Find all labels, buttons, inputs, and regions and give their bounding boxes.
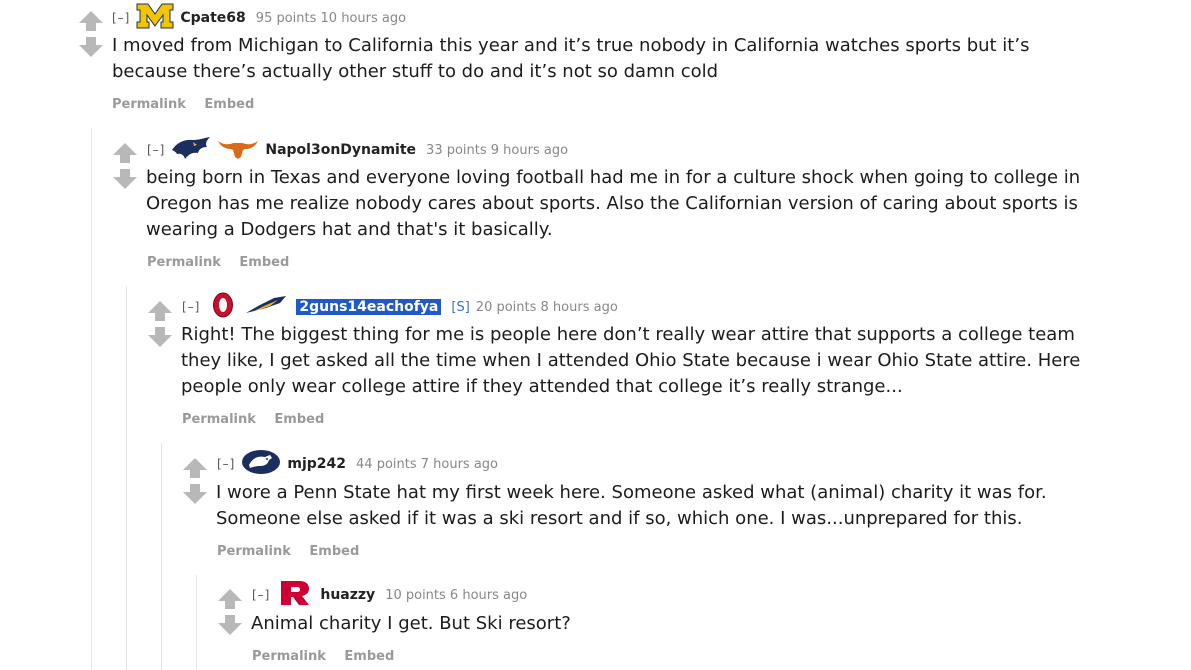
thread-line — [161, 443, 162, 670]
embed-link[interactable]: Embed — [344, 649, 394, 664]
comment-tagline: [–] Napol3onDynamite 33 points 9 hours a… — [147, 136, 569, 164]
permalink-link[interactable]: Permalink — [182, 412, 256, 427]
panther-logo-icon — [171, 136, 211, 164]
comment-actions: Permalink Embed — [182, 412, 338, 427]
rocket-logo-icon — [244, 295, 288, 319]
permalink-link[interactable]: Permalink — [252, 649, 326, 664]
downvote-arrow-icon[interactable] — [182, 483, 208, 505]
permalink-link[interactable]: Permalink — [217, 544, 291, 559]
comment-body: I moved from Michigan to California this… — [112, 35, 1030, 82]
submitter-tag[interactable]: [S] — [451, 300, 469, 315]
comment-body: Animal charity I get. But Ski resort? — [251, 613, 571, 634]
comment-actions: Permalink Embed — [252, 649, 408, 664]
collapse-toggle[interactable]: [–] — [182, 300, 200, 314]
thread-line — [196, 575, 197, 670]
comment-tagline: [–] Cpate68 95 points 10 hours ago — [112, 3, 407, 33]
vote-column — [182, 457, 208, 505]
upvote-arrow-icon[interactable] — [217, 588, 243, 610]
penn-state-logo-icon — [241, 449, 281, 479]
rutgers-logo-icon — [280, 580, 310, 610]
comment-author[interactable]: Cpate68 — [180, 10, 245, 26]
upvote-arrow-icon[interactable] — [78, 10, 104, 32]
embed-link[interactable]: Embed — [204, 97, 254, 112]
comment-actions: Permalink Embed — [217, 544, 373, 559]
permalink-link[interactable]: Permalink — [112, 97, 186, 112]
comment-author[interactable]: mjp242 — [287, 456, 346, 472]
comment-actions: Permalink Embed — [112, 97, 268, 112]
downvote-arrow-icon[interactable] — [78, 36, 104, 58]
comment-actions: Permalink Embed — [147, 255, 303, 270]
collapse-toggle[interactable]: [–] — [217, 457, 235, 471]
ohio-state-logo-icon — [212, 292, 234, 322]
permalink-link[interactable]: Permalink — [147, 255, 221, 270]
comment-meta: 33 points 9 hours ago — [426, 142, 569, 158]
embed-link[interactable]: Embed — [239, 255, 289, 270]
upvote-arrow-icon[interactable] — [147, 300, 173, 322]
comment-tagline: [–] mjp242 44 points 7 hours ago — [217, 449, 499, 479]
comment-tagline: [–] 2guns14eachofya [S] 20 points 8 hour… — [182, 292, 618, 322]
comment-meta: 95 points 10 hours ago — [255, 10, 407, 26]
vote-column — [78, 10, 104, 58]
downvote-arrow-icon[interactable] — [112, 168, 138, 190]
collapse-toggle[interactable]: [–] — [112, 11, 130, 25]
comment-body: I wore a Penn State hat my first week he… — [216, 482, 1047, 529]
comment-tagline: [–] huazzy 10 points 6 hours ago — [252, 580, 528, 610]
downvote-arrow-icon[interactable] — [147, 326, 173, 348]
vote-column — [147, 300, 173, 348]
downvote-arrow-icon[interactable] — [217, 614, 243, 636]
comment-body: being born in Texas and everyone loving … — [146, 167, 1081, 240]
comment-author[interactable]: huazzy — [320, 587, 375, 603]
upvote-arrow-icon[interactable] — [112, 142, 138, 164]
comment-author[interactable]: 2guns14eachofya — [296, 299, 442, 315]
collapse-toggle[interactable]: [–] — [147, 143, 165, 157]
comment-meta: 44 points 7 hours ago — [356, 456, 499, 472]
comment-meta: 20 points 8 hours ago — [475, 299, 618, 315]
embed-link[interactable]: Embed — [274, 412, 324, 427]
embed-link[interactable]: Embed — [309, 544, 359, 559]
vote-column — [217, 588, 243, 636]
michigan-logo-icon — [136, 3, 174, 33]
thread-line — [126, 286, 127, 670]
comment-meta: 10 points 6 hours ago — [385, 587, 528, 603]
comment-author[interactable]: Napol3onDynamite — [265, 142, 416, 158]
vote-column — [112, 142, 138, 190]
thread-line — [91, 128, 92, 670]
upvote-arrow-icon[interactable] — [182, 457, 208, 479]
longhorn-logo-icon — [217, 137, 259, 163]
comment-body: Right! The biggest thing for me is peopl… — [181, 324, 1081, 397]
collapse-toggle[interactable]: [–] — [252, 588, 270, 602]
